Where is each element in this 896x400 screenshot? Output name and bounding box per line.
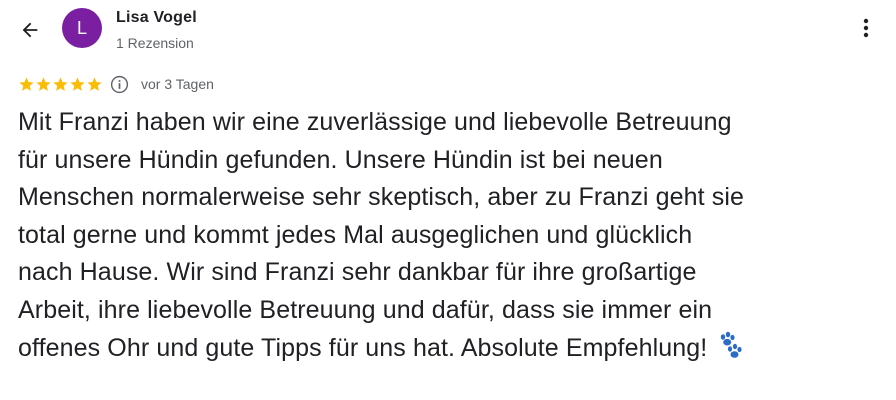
- star-icon: [70, 76, 85, 91]
- review-line-last: offenes Ohr und gute Tipps für uns hat. …: [18, 330, 884, 372]
- more-options-button[interactable]: [854, 14, 878, 42]
- review-line: Arbeit, ihre liebevolle Betreuung und da…: [18, 295, 713, 324]
- reviewer-name[interactable]: Lisa Vogel: [116, 9, 197, 27]
- more-vert-icon: [863, 18, 869, 38]
- review-line: für unsere Hündin gefunden. Unsere Hündi…: [18, 145, 663, 174]
- arrow-back-icon: [22, 22, 38, 38]
- star-icon: [36, 76, 51, 91]
- review-line: total gerne und kommt jedes Mal ausgegli…: [18, 220, 693, 249]
- paw-prints-icon: [715, 330, 745, 372]
- info-button[interactable]: [109, 74, 129, 94]
- review-line: Menschen normalerweise sehr skeptisch, a…: [18, 183, 744, 212]
- avatar[interactable]: L: [62, 8, 102, 48]
- review-line: nach Hause. Wir sind Franzi sehr dankbar…: [18, 258, 697, 287]
- back-button[interactable]: [12, 12, 48, 48]
- review-count: 1 Rezension: [116, 35, 194, 51]
- review-date: vor 3 Tagen: [141, 76, 214, 92]
- star-icon: [19, 76, 34, 91]
- review-line: offenes Ohr und gute Tipps für uns hat. …: [18, 333, 708, 362]
- review-line: Mit Franzi haben wir eine zuverlässige u…: [18, 108, 732, 136]
- star-icon: [87, 76, 102, 91]
- info-icon: [110, 75, 128, 93]
- star-icon: [53, 76, 68, 91]
- review-text: Mit Franzi haben wir eine zuverlässige u…: [18, 104, 884, 371]
- review-header: L Lisa Vogel 1 Rezension: [0, 0, 896, 60]
- rating-row: vor 3 Tagen: [18, 72, 214, 96]
- star-rating: [18, 76, 103, 93]
- avatar-initial: L: [76, 17, 87, 38]
